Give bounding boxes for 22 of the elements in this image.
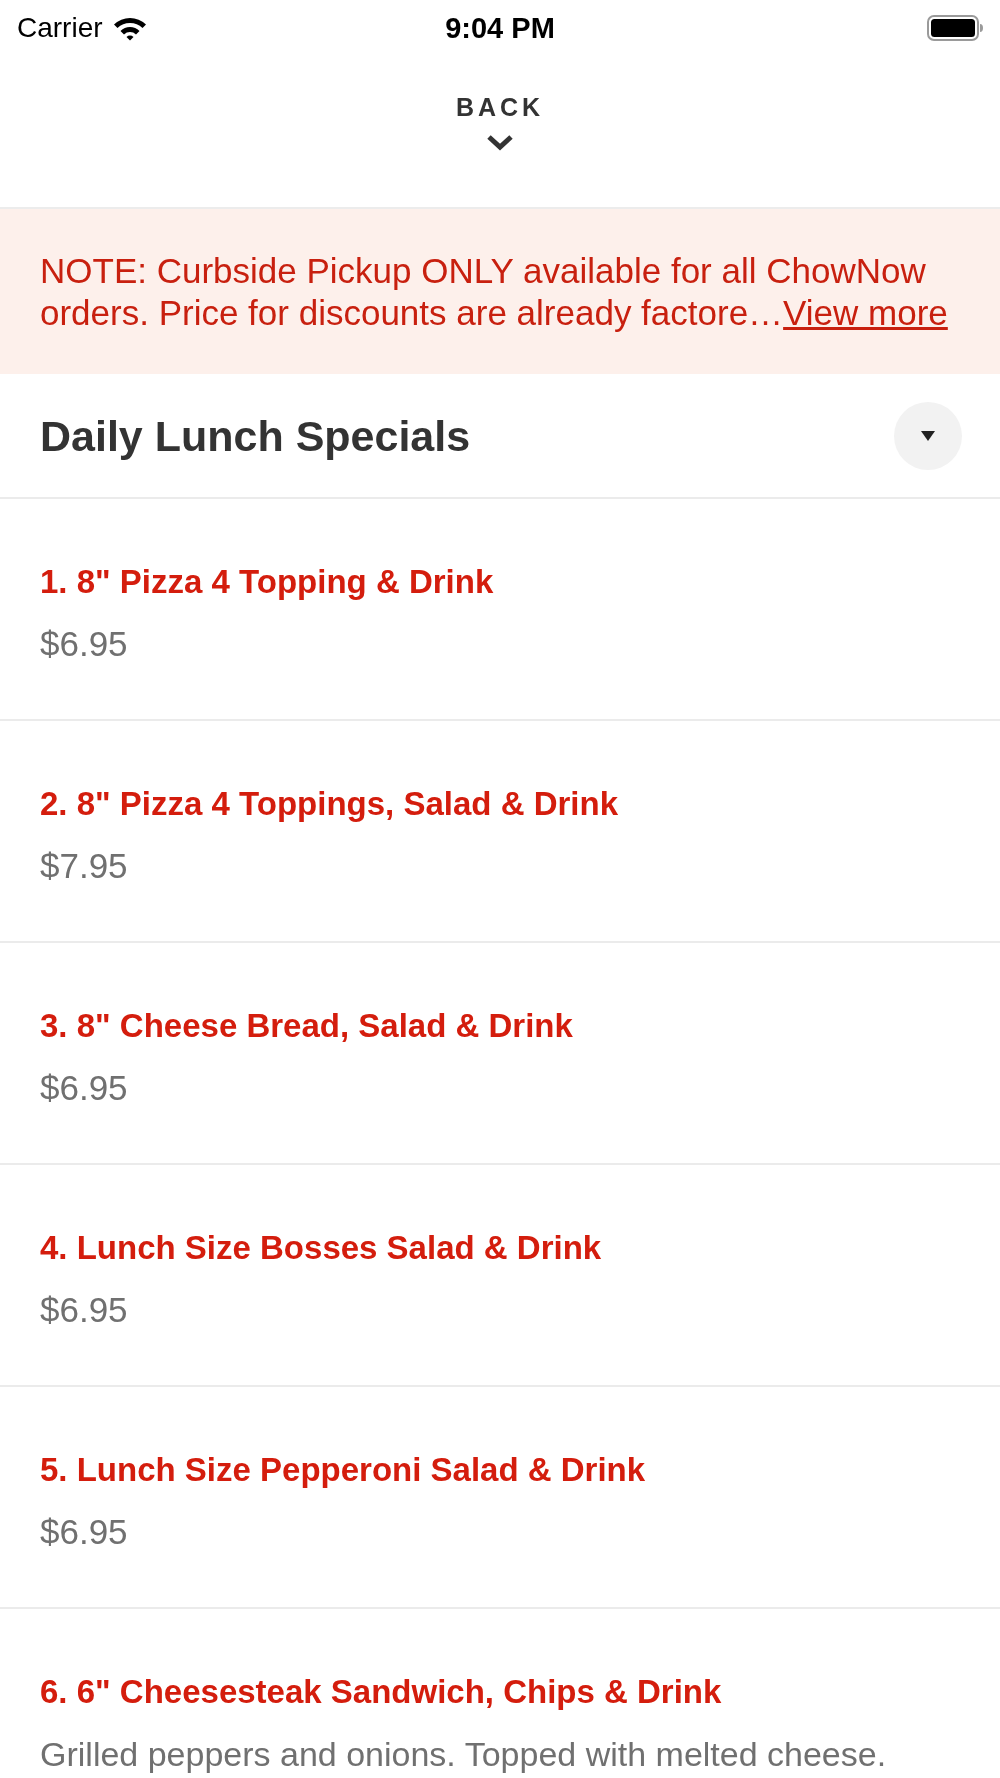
menu-item-price: $6.95: [40, 1290, 128, 1330]
carrier-label: Carrier: [17, 12, 103, 44]
menu-item-description: Grilled peppers and onions. Topped with melted cheese.: [40, 1734, 887, 1774]
menu-item-title[interactable]: 2. 8" Pizza 4 Toppings, Salad & Drink: [40, 784, 618, 824]
menu-item-title[interactable]: 1. 8" Pizza 4 Topping & Drink: [40, 562, 494, 602]
menu-item-title[interactable]: 5. Lunch Size Pepperoni Salad & Drink: [40, 1450, 646, 1490]
dropdown-triangle-icon: [921, 430, 935, 441]
menu-item-title[interactable]: 4. Lunch Size Bosses Salad & Drink: [40, 1228, 602, 1268]
menu-item-title[interactable]: 3. 8" Cheese Bread, Salad & Drink: [40, 1006, 573, 1046]
chevron-down-icon: [486, 134, 514, 152]
menu-item-price: $6.95: [40, 1512, 128, 1552]
menu-item-price: $6.95: [40, 1068, 128, 1108]
view-more-link[interactable]: View more: [783, 292, 948, 332]
section-title: Daily Lunch Specials: [40, 410, 471, 461]
back-button[interactable]: BACK: [455, 92, 545, 152]
battery-icon: [927, 15, 983, 41]
notice-text: NOTE: Curbside Pickup ONLY available for all ChowNow orders. Price for discounts are already factore…View more: [40, 249, 949, 334]
wifi-icon: [112, 15, 147, 41]
menu-item-price: $6.95: [40, 624, 128, 664]
menu-item-price: $7.95: [40, 846, 128, 886]
menu-item-title[interactable]: 6. 6" Cheesesteak Sandwich, Chips & Drink: [40, 1672, 722, 1712]
clock-time: 9:04 PM: [445, 12, 555, 44]
